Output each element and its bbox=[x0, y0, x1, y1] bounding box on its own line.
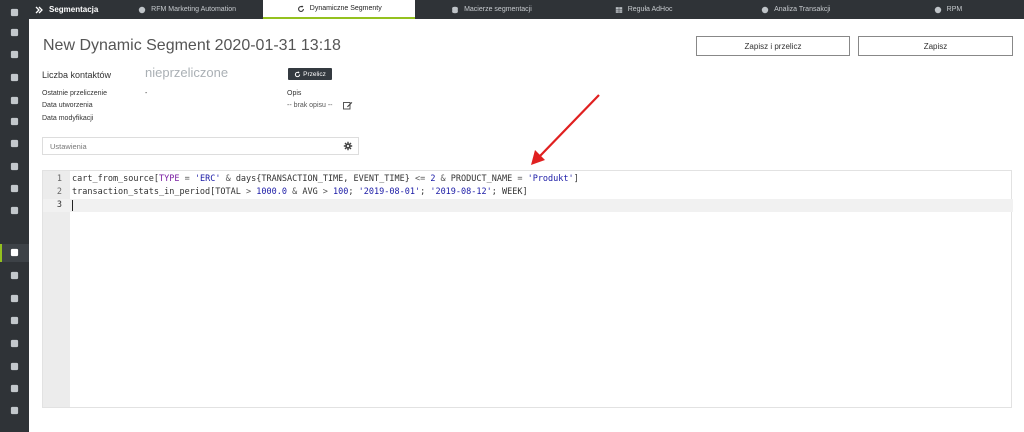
code-token: '2019-08-12' bbox=[430, 187, 492, 197]
code-token: <= bbox=[409, 174, 431, 184]
code-token: days bbox=[235, 174, 257, 184]
grid-icon[interactable] bbox=[7, 245, 21, 259]
refresh-icon bbox=[295, 70, 301, 77]
cogs-icon[interactable] bbox=[7, 203, 21, 217]
home-icon[interactable] bbox=[7, 5, 21, 19]
edit-icon[interactable] bbox=[343, 101, 353, 110]
calendar-icon[interactable] bbox=[7, 313, 21, 327]
user-plus-icon[interactable] bbox=[7, 93, 21, 107]
page-title: New Dynamic Segment 2020-01-31 13:18 bbox=[43, 37, 341, 54]
code-token: transaction_stats_in_period bbox=[72, 187, 211, 197]
line-code: cart_from_source[TYPE = 'ERC' & days{TRA… bbox=[72, 173, 579, 186]
users-icon[interactable] bbox=[7, 181, 21, 195]
code-token: PRODUCT_NAME bbox=[450, 174, 513, 184]
code-token: ; bbox=[348, 187, 359, 197]
list-icon[interactable] bbox=[7, 336, 21, 350]
editor-line[interactable]: 3 bbox=[43, 199, 1013, 212]
settings-label: Ustawienia bbox=[50, 141, 87, 151]
table-icon bbox=[615, 6, 622, 13]
code-token: & bbox=[435, 174, 451, 184]
modified-label: Data modyfikacji bbox=[42, 115, 94, 122]
left-sidebar bbox=[0, 0, 29, 432]
contacts-label: Liczba kontaktów bbox=[42, 70, 112, 80]
laptop-icon[interactable] bbox=[7, 136, 21, 150]
code-token: = bbox=[179, 174, 195, 184]
code-editor[interactable]: 1 cart_from_source[TYPE = 'ERC' & days{TR… bbox=[42, 170, 1013, 408]
code-token: ] bbox=[573, 174, 579, 184]
tab-rpm[interactable]: RPM bbox=[872, 0, 1024, 19]
tab-dynamiczne-segmenty[interactable]: Dynamiczne Segmenty bbox=[263, 0, 416, 19]
brand[interactable]: Segmentacja bbox=[29, 0, 111, 19]
code-token: {TRANSACTION_TIME, EVENT_TIME} bbox=[256, 174, 410, 184]
code-token: '2019-08-01' bbox=[358, 187, 421, 197]
id-card-icon[interactable] bbox=[7, 25, 21, 39]
description-value: -- brak opisu -- bbox=[287, 102, 333, 109]
contacts-value: nieprzeliczone bbox=[145, 65, 229, 80]
tab-label: RPM bbox=[946, 6, 963, 13]
tab-label: Reguła AdHoc bbox=[627, 6, 673, 13]
brand-label: Segmentacja bbox=[49, 5, 99, 14]
code-token: 'ERC' bbox=[194, 174, 221, 184]
tab-regula-adhoc[interactable]: Reguła AdHoc bbox=[568, 0, 720, 19]
line-number: 3 bbox=[56, 200, 62, 210]
line-code: transaction_stats_in_period[TOTAL > 1000… bbox=[72, 186, 528, 199]
code-token: cart_from_source bbox=[72, 174, 154, 184]
tab-label: Dynamiczne Segmenty bbox=[309, 5, 382, 12]
globe-icon[interactable] bbox=[7, 47, 21, 61]
code-token: 1000.0 bbox=[256, 187, 287, 197]
text-cursor bbox=[72, 200, 73, 211]
main-content: New Dynamic Segment 2020-01-31 13:18 Zap… bbox=[29, 19, 1024, 432]
description-label: Opis bbox=[287, 90, 302, 97]
area-chart-icon[interactable] bbox=[7, 268, 21, 282]
code-token: > bbox=[317, 187, 334, 197]
sliders-icon[interactable] bbox=[7, 403, 21, 417]
code-token: = bbox=[512, 174, 528, 184]
mobile-icon[interactable] bbox=[7, 70, 21, 84]
tab-label: Analiza Transakcji bbox=[774, 6, 831, 13]
editor-line[interactable]: 2 transaction_stats_in_period[TOTAL > 100… bbox=[43, 186, 1013, 199]
double-chevron-right-icon bbox=[35, 6, 43, 13]
created-label: Data utworzenia bbox=[42, 102, 93, 109]
recalculate-button[interactable]: Przelicz bbox=[288, 68, 332, 80]
code-token: & bbox=[286, 187, 303, 197]
code-token: [TOTAL bbox=[210, 187, 241, 197]
code-token: 'Produkt' bbox=[527, 174, 574, 184]
files-icon[interactable] bbox=[7, 359, 21, 373]
code-token: TYPE bbox=[159, 174, 180, 184]
code-token: 100 bbox=[333, 187, 349, 197]
tab-label: RFM Marketing Automation bbox=[151, 6, 236, 13]
save-and-recalculate-button[interactable]: Zapisz i przelicz bbox=[696, 36, 850, 56]
comment-icon[interactable] bbox=[7, 114, 21, 128]
globe-icon bbox=[934, 6, 941, 13]
editor-line[interactable]: 1 cart_from_source[TYPE = 'ERC' & days{TR… bbox=[43, 173, 1013, 186]
settings-panel[interactable]: Ustawienia bbox=[42, 137, 359, 155]
top-navigation: Segmentacja RFM Marketing Automation Dyn… bbox=[29, 0, 1024, 19]
globe-icon bbox=[761, 6, 769, 13]
wrench-icon[interactable] bbox=[7, 381, 21, 395]
code-token: > bbox=[240, 187, 257, 197]
last-recalc-value: - bbox=[145, 90, 148, 97]
code-token: ; bbox=[420, 187, 431, 197]
support-icon[interactable] bbox=[7, 291, 21, 305]
recalculate-label: Przelicz bbox=[303, 70, 326, 78]
refresh-icon bbox=[297, 4, 304, 12]
tab-label: Macierze segmentacji bbox=[464, 6, 532, 13]
tab-analiza-transakcji[interactable]: Analiza Transakcji bbox=[720, 0, 872, 19]
code-token: & bbox=[220, 174, 236, 184]
tab-macierze-segmentacji[interactable]: Macierze segmentacji bbox=[415, 0, 567, 19]
code-token: AVG bbox=[302, 187, 318, 197]
bullhorn-icon[interactable] bbox=[7, 159, 21, 173]
line-number: 2 bbox=[56, 187, 62, 197]
save-button[interactable]: Zapisz bbox=[858, 36, 1013, 56]
database-icon bbox=[452, 6, 458, 13]
line-number: 1 bbox=[56, 174, 62, 184]
last-recalc-label: Ostatnie przeliczenie bbox=[42, 90, 107, 97]
tab-rfm-marketing-automation[interactable]: RFM Marketing Automation bbox=[111, 0, 263, 19]
gear-icon[interactable] bbox=[343, 141, 353, 151]
code-token: ; WEEK] bbox=[491, 187, 528, 197]
globe-icon bbox=[138, 6, 146, 13]
